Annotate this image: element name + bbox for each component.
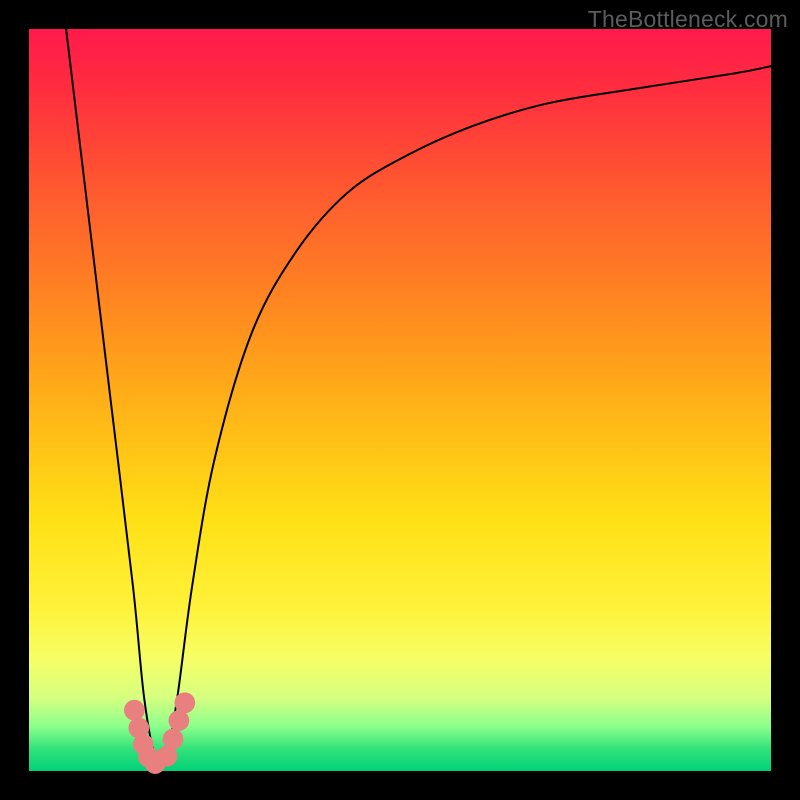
bottleneck-curve-path [66, 29, 771, 764]
bottleneck-curve [66, 29, 771, 764]
marker-dot [163, 729, 184, 750]
marker-points [124, 692, 195, 774]
chart-svg [29, 29, 771, 771]
plot-area [29, 29, 771, 771]
marker-dot [174, 692, 195, 713]
chart-frame: TheBottleneck.com [0, 0, 800, 800]
marker-dot [124, 700, 145, 721]
marker-dot [168, 710, 189, 731]
